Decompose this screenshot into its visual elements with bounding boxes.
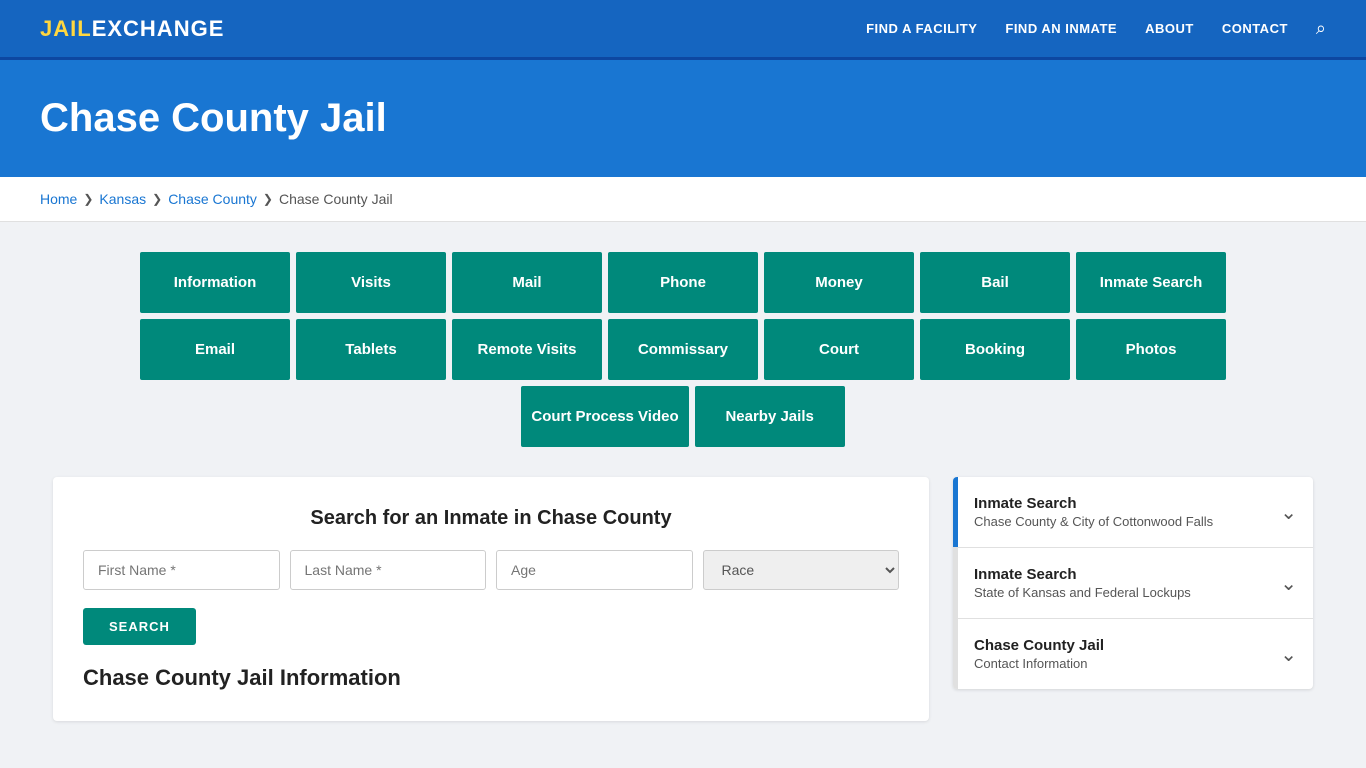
hero-section: Chase County Jail <box>0 60 1366 177</box>
last-name-input[interactable] <box>290 550 487 590</box>
btn-email[interactable]: Email <box>140 319 290 380</box>
sidebar-sub-chase: Chase County & City of Cottonwood Falls <box>974 514 1213 529</box>
sidebar-item-kansas[interactable]: Inmate Search State of Kansas and Federa… <box>953 548 1313 619</box>
age-input[interactable] <box>496 550 693 590</box>
sidebar-item-inner-contact[interactable]: Chase County Jail Contact Information ⌄ <box>958 619 1313 689</box>
breadcrumb-home[interactable]: Home <box>40 191 77 207</box>
main-content: Information Visits Mail Phone Money Bail… <box>33 222 1333 751</box>
section-title: Chase County Jail Information <box>83 665 899 691</box>
nav-find-inmate[interactable]: FIND AN INMATE <box>1005 21 1117 36</box>
breadcrumb-sep-1: ❯ <box>83 192 93 206</box>
sidebar-text-kansas: Inmate Search State of Kansas and Federa… <box>974 566 1191 600</box>
logo-jail: JAIL <box>40 16 92 41</box>
chevron-icon-chase: ⌄ <box>1280 500 1297 525</box>
btn-photos[interactable]: Photos <box>1076 319 1226 380</box>
btn-nearby-jails[interactable]: Nearby Jails <box>695 386 845 447</box>
breadcrumb-bar: Home ❯ Kansas ❯ Chase County ❯ Chase Cou… <box>0 177 1366 222</box>
sidebar-text-contact: Chase County Jail Contact Information <box>974 637 1104 671</box>
sidebar-text-chase: Inmate Search Chase County & City of Cot… <box>974 495 1213 529</box>
left-panel: Search for an Inmate in Chase County Rac… <box>53 477 929 721</box>
btn-phone[interactable]: Phone <box>608 252 758 313</box>
btn-visits[interactable]: Visits <box>296 252 446 313</box>
btn-commissary[interactable]: Commissary <box>608 319 758 380</box>
btn-mail[interactable]: Mail <box>452 252 602 313</box>
sidebar-sub-kansas: State of Kansas and Federal Lockups <box>974 585 1191 600</box>
sidebar-item-inner-kansas[interactable]: Inmate Search State of Kansas and Federa… <box>958 548 1313 618</box>
breadcrumb-sep-3: ❯ <box>263 192 273 206</box>
navigation-buttons: Information Visits Mail Phone Money Bail… <box>53 252 1313 447</box>
btn-court-process-video[interactable]: Court Process Video <box>521 386 688 447</box>
breadcrumb-current: Chase County Jail <box>279 191 393 207</box>
breadcrumb: Home ❯ Kansas ❯ Chase County ❯ Chase Cou… <box>40 191 1326 207</box>
breadcrumb-kansas[interactable]: Kansas <box>99 191 146 207</box>
search-button[interactable]: SEARCH <box>83 608 196 645</box>
button-row-3: Court Process Video Nearby Jails <box>521 386 844 447</box>
button-row-2: Email Tablets Remote Visits Commissary C… <box>140 319 1226 380</box>
search-title: Search for an Inmate in Chase County <box>83 507 899 530</box>
sidebar-item-contact[interactable]: Chase County Jail Contact Information ⌄ <box>953 619 1313 689</box>
sidebar-item-chase[interactable]: Inmate Search Chase County & City of Cot… <box>953 477 1313 548</box>
btn-booking[interactable]: Booking <box>920 319 1070 380</box>
logo-exchange: EXCHANGE <box>92 16 225 41</box>
page-title: Chase County Jail <box>40 96 1326 141</box>
site-logo[interactable]: JAILEXCHANGE <box>40 16 224 42</box>
sidebar-label-chase: Inmate Search <box>974 495 1213 512</box>
nav-links: FIND A FACILITY FIND AN INMATE ABOUT CON… <box>866 18 1326 39</box>
nav-find-facility[interactable]: FIND A FACILITY <box>866 21 977 36</box>
right-panel: Inmate Search Chase County & City of Cot… <box>953 477 1313 689</box>
btn-information[interactable]: Information <box>140 252 290 313</box>
breadcrumb-sep-2: ❯ <box>152 192 162 206</box>
race-select[interactable]: Race White Black Hispanic Asian Other <box>703 550 900 590</box>
btn-bail[interactable]: Bail <box>920 252 1070 313</box>
chevron-icon-contact: ⌄ <box>1280 642 1297 667</box>
btn-inmate-search[interactable]: Inmate Search <box>1076 252 1226 313</box>
btn-money[interactable]: Money <box>764 252 914 313</box>
button-row-1: Information Visits Mail Phone Money Bail… <box>140 252 1226 313</box>
breadcrumb-chase-county[interactable]: Chase County <box>168 191 257 207</box>
sidebar-item-inner-chase[interactable]: Inmate Search Chase County & City of Cot… <box>958 477 1313 547</box>
sidebar-sub-contact: Contact Information <box>974 656 1104 671</box>
btn-tablets[interactable]: Tablets <box>296 319 446 380</box>
sidebar-label-contact: Chase County Jail <box>974 637 1104 654</box>
nav-contact[interactable]: CONTACT <box>1222 21 1288 36</box>
nav-about[interactable]: ABOUT <box>1145 21 1194 36</box>
btn-court[interactable]: Court <box>764 319 914 380</box>
sidebar-label-kansas: Inmate Search <box>974 566 1191 583</box>
first-name-input[interactable] <box>83 550 280 590</box>
content-area: Search for an Inmate in Chase County Rac… <box>53 477 1313 721</box>
search-icon[interactable]: ⌕ <box>1316 18 1326 39</box>
search-form: Race White Black Hispanic Asian Other <box>83 550 899 590</box>
chevron-icon-kansas: ⌄ <box>1280 571 1297 596</box>
btn-remote-visits[interactable]: Remote Visits <box>452 319 602 380</box>
sidebar-card: Inmate Search Chase County & City of Cot… <box>953 477 1313 689</box>
